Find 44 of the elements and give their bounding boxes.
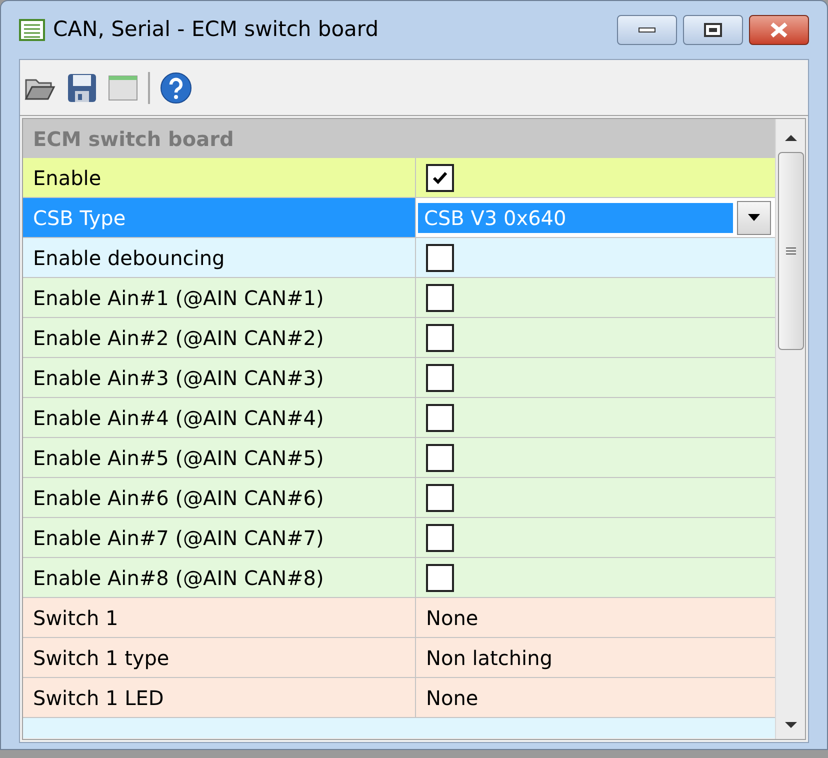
- property-value[interactable]: None: [426, 682, 478, 712]
- property-name[interactable]: Enable Ain#2 (@AIN CAN#2): [23, 318, 416, 357]
- property-name[interactable]: Enable Ain#3 (@AIN CAN#3): [23, 358, 416, 397]
- property-name[interactable]: Enable Ain#6 (@AIN CAN#6): [23, 478, 416, 517]
- maximize-button[interactable]: [683, 15, 743, 45]
- help-icon[interactable]: [160, 72, 192, 104]
- property-name[interactable]: Switch 1 LED: [23, 678, 416, 717]
- checkbox[interactable]: [426, 564, 454, 592]
- property-name[interactable]: Switch 1: [23, 598, 416, 637]
- scrollbar[interactable]: [775, 119, 805, 739]
- property-name[interactable]: Enable Ain#1 (@AIN CAN#1): [23, 278, 416, 317]
- dropdown-button[interactable]: [737, 200, 771, 234]
- minimize-button[interactable]: [617, 15, 677, 45]
- checkbox[interactable]: [426, 324, 454, 352]
- property-name[interactable]: Enable: [23, 158, 416, 197]
- scrollbar-thumb[interactable]: [778, 152, 804, 350]
- checkbox[interactable]: [426, 284, 454, 312]
- close-button[interactable]: [749, 15, 809, 45]
- property-name[interactable]: Switch 1 type: [23, 638, 416, 677]
- checkbox[interactable]: [426, 524, 454, 552]
- minimize-icon: [638, 27, 656, 33]
- property-name[interactable]: Enable Ain#4 (@AIN CAN#4): [23, 398, 416, 437]
- checkbox[interactable]: [426, 164, 454, 192]
- property-name[interactable]: Enable debouncing: [23, 238, 416, 277]
- checkbox[interactable]: [426, 484, 454, 512]
- caret-icon: [748, 214, 760, 221]
- scroll-down-icon[interactable]: [784, 721, 798, 729]
- checkbox[interactable]: [426, 444, 454, 472]
- window-title: CAN, Serial - ECM switch board: [53, 16, 379, 44]
- property-name[interactable]: Enable Ain#5 (@AIN CAN#5): [23, 438, 416, 477]
- restore-icon: [704, 23, 722, 37]
- checkmark-icon: [432, 170, 448, 184]
- table-icon: [19, 19, 45, 41]
- checkbox[interactable]: [426, 364, 454, 392]
- property-name[interactable]: Enable Ain#8 (@AIN CAN#8): [23, 558, 416, 597]
- category-title: ECM switch board: [33, 126, 234, 152]
- checkbox[interactable]: [426, 404, 454, 432]
- save-icon[interactable]: [66, 72, 98, 104]
- property-name[interactable]: Enable Ain#7 (@AIN CAN#7): [23, 518, 416, 557]
- close-icon: [769, 22, 789, 38]
- scroll-up-icon[interactable]: [784, 134, 798, 142]
- checkbox[interactable]: [426, 244, 454, 272]
- grip-icon: [786, 246, 796, 256]
- property-value[interactable]: None: [426, 602, 478, 632]
